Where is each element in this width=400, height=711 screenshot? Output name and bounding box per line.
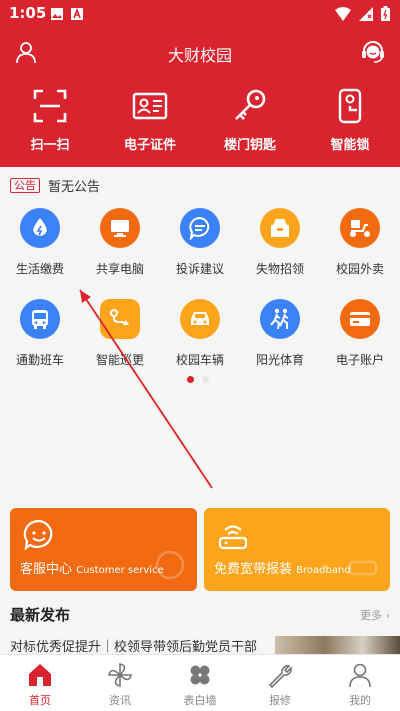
smart-lock-icon [338, 88, 362, 124]
wrench-icon [268, 665, 292, 688]
service-smart-patrol[interactable]: 智能巡更 [80, 299, 160, 379]
tab-home[interactable]: 首页 [0, 655, 80, 711]
scan-icon [33, 89, 67, 123]
service-sports[interactable]: 阳光体育 [240, 299, 320, 379]
news-more-link[interactable]: 更多 › [360, 607, 390, 623]
customer-service-card[interactable]: 客服中心 Customer service [10, 508, 197, 591]
news-list-item[interactable]: 对标优秀促提升｜校领导带领后勤党员干部 [10, 636, 400, 660]
scooter-icon [340, 208, 380, 248]
router-watermark-icon [348, 560, 378, 576]
card-icon [340, 299, 380, 339]
service-lost-found[interactable]: 失物招领 [240, 208, 320, 299]
service-campus-vehicle[interactable]: 校园车辆 [160, 299, 240, 379]
news-section-title: 最新发布 [10, 606, 71, 624]
grid-page-indicator [187, 376, 209, 383]
wifi-icon [335, 6, 351, 21]
service-commute-bus[interactable]: 通勤班车 [0, 299, 80, 379]
top-bar: 大财校园 [0, 30, 400, 74]
key-icon [235, 89, 266, 120]
tab-confession-wall[interactable]: 表白墙 [160, 655, 240, 711]
notice-tag: 公告 [10, 177, 40, 193]
customer-support-icon[interactable] [360, 39, 386, 65]
broadband-title: 免费宽带报装 [214, 562, 293, 577]
broadband-subtitle: Broadband [296, 565, 351, 576]
bottom-tab-bar: 首页 资讯 表白墙 报修 我的 [0, 654, 400, 711]
gallery-icon [51, 8, 63, 20]
bus-icon [20, 299, 60, 339]
tab-me[interactable]: 我的 [320, 655, 400, 711]
service-grid: 生活缴费 共享电脑 投诉建议 失物招领 校园外卖 通勤班车 智能巡更 校园车辆 … [0, 208, 400, 378]
car-icon [180, 299, 220, 339]
header: 1:05 大财校园 扫一扫 电子证件 楼门钥匙 智能锁 [0, 0, 400, 167]
news-item-title: 对标优秀促提升｜校领导带领后勤党员干部 [10, 640, 258, 655]
quick-action-scan[interactable]: 扫一扫 [0, 88, 100, 158]
tab-news[interactable]: 资讯 [80, 655, 160, 711]
quick-action-id-card[interactable]: 电子证件 [100, 88, 200, 158]
pinwheel-icon [108, 663, 132, 687]
customer-service-subtitle: Customer service [76, 565, 164, 576]
status-time: 1:05 [9, 4, 47, 22]
refresh-watermark-icon [155, 550, 185, 580]
page-dot-active [187, 376, 194, 383]
status-bar: 1:05 [0, 0, 400, 28]
quick-action-door-key[interactable]: 楼门钥匙 [200, 88, 300, 158]
broadband-card[interactable]: 免费宽带报装 Broadband [204, 508, 390, 591]
notice-bar[interactable]: 公告 暂无公告 [0, 171, 400, 199]
page-dot [202, 376, 209, 383]
battery-icon [381, 6, 390, 21]
tab-repair[interactable]: 报修 [240, 655, 320, 711]
page-title: 大财校园 [167, 46, 232, 65]
route-icon [100, 299, 140, 339]
service-e-account[interactable]: 电子账户 [320, 299, 400, 379]
service-complaint[interactable]: 投诉建议 [160, 208, 240, 299]
smiley-chat-icon [23, 519, 53, 551]
font-app-icon [71, 7, 83, 20]
signal-icon [359, 6, 373, 21]
user-icon [349, 663, 371, 688]
service-food-delivery[interactable]: 校园外卖 [320, 208, 400, 299]
quick-actions: 扫一扫 电子证件 楼门钥匙 智能锁 [0, 88, 400, 158]
clover-icon [190, 665, 210, 685]
runner-icon [260, 299, 300, 339]
quick-action-smart-lock[interactable]: 智能锁 [300, 88, 400, 158]
id-card-icon [132, 92, 168, 120]
home-icon [29, 664, 51, 686]
service-shared-computer[interactable]: 共享电脑 [80, 208, 160, 299]
box-icon [260, 208, 300, 248]
chat-icon [180, 208, 220, 248]
router-icon [218, 525, 248, 550]
customer-service-title: 客服中心 [20, 562, 73, 577]
monitor-icon [100, 208, 140, 248]
service-life-payment[interactable]: 生活缴费 [0, 208, 80, 299]
notice-text: 暂无公告 [48, 179, 101, 195]
news-header: 最新发布 更多 › [10, 604, 390, 626]
water-drop-icon [20, 208, 60, 248]
